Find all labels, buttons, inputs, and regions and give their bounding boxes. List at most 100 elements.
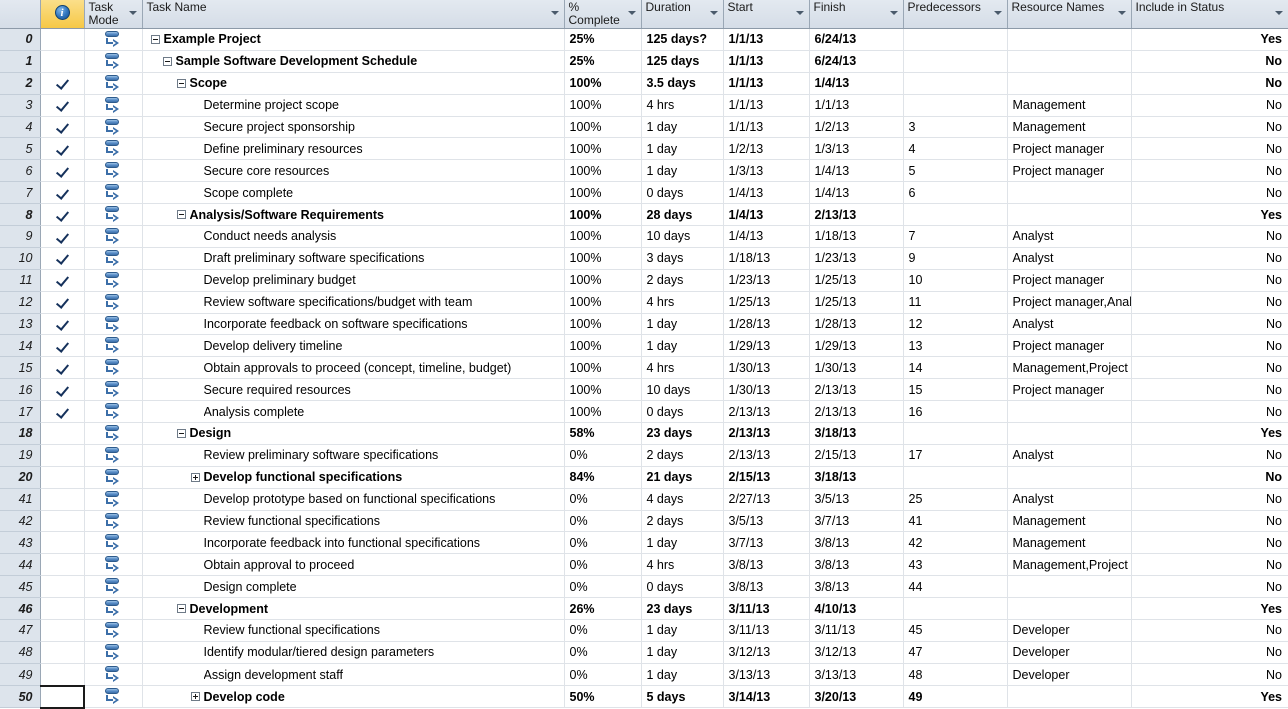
expand-plus-icon[interactable] — [190, 692, 200, 702]
collapse-minus-icon[interactable] — [176, 428, 186, 438]
duration-cell[interactable]: 1 day — [641, 531, 724, 555]
row-number-cell[interactable]: 16 — [0, 378, 41, 402]
include-in-status-cell[interactable]: No — [1131, 488, 1288, 511]
finish-date-cell[interactable]: 1/25/13 — [809, 291, 904, 314]
predecessors-cell[interactable] — [903, 422, 1008, 445]
include-in-status-cell[interactable]: No — [1131, 400, 1288, 424]
row-number-cell[interactable]: 17 — [0, 400, 41, 424]
row-number-cell[interactable]: 44 — [0, 553, 41, 577]
percent-complete-cell[interactable]: 0% — [564, 553, 642, 577]
finish-date-cell[interactable]: 2/13/13 — [809, 400, 904, 424]
duration-cell[interactable]: 2 days — [641, 510, 724, 533]
indicator-cell[interactable] — [40, 641, 85, 664]
row-number-cell[interactable]: 7 — [0, 181, 41, 205]
include-in-status-cell[interactable]: Yes — [1131, 28, 1288, 51]
duration-cell[interactable]: 1 day — [641, 641, 724, 664]
resource-names-cell[interactable]: Developer — [1007, 641, 1132, 664]
percent-complete-cell[interactable]: 100% — [564, 356, 642, 380]
indicator-cell[interactable] — [40, 28, 85, 51]
row-number-cell[interactable]: 0 — [0, 28, 41, 51]
indicator-cell[interactable] — [40, 684, 85, 709]
resource-names-cell[interactable]: Analyst — [1007, 444, 1132, 467]
chevron-down-icon[interactable] — [993, 11, 1002, 15]
indicator-cell[interactable] — [40, 94, 85, 117]
row-number-cell[interactable]: 6 — [0, 159, 41, 183]
resource-names-cell[interactable]: Project manager,Analyst — [1007, 291, 1132, 314]
include-in-status-cell[interactable]: No — [1131, 313, 1288, 336]
table-row[interactable]: 9 Conduct needs analysis 100% 10 days 1/4/13… — [0, 225, 1288, 248]
indicator-cell[interactable] — [40, 378, 85, 402]
start-date-cell[interactable]: 3/13/13 — [723, 663, 810, 687]
finish-date-cell[interactable]: 1/23/13 — [809, 247, 904, 270]
indicator-cell[interactable] — [40, 663, 85, 687]
task-name-cell[interactable]: Assign development staff — [142, 663, 565, 687]
chevron-down-icon[interactable] — [1117, 11, 1126, 15]
start-date-cell[interactable]: 2/13/13 — [723, 400, 810, 424]
task-name-cell[interactable]: Example Project — [142, 28, 565, 51]
indicator-cell[interactable] — [40, 247, 85, 270]
percent-complete-cell[interactable]: 50% — [564, 685, 642, 709]
resource-names-cell[interactable]: Management,Project manager — [1007, 553, 1132, 577]
indicator-cell[interactable] — [40, 269, 85, 292]
task-mode-cell[interactable] — [84, 575, 143, 599]
row-number-cell[interactable]: 5 — [0, 137, 41, 161]
task-mode-cell[interactable] — [84, 28, 143, 51]
table-row[interactable]: 7 Scope complete 100% 0 days 1/4/13 1/4/13 6 No — [0, 181, 1288, 205]
resource-names-cell[interactable]: Project manager — [1007, 159, 1132, 183]
include-in-status-cell[interactable]: No — [1131, 444, 1288, 467]
expand-plus-icon[interactable] — [190, 472, 200, 482]
row-number-cell[interactable]: 46 — [0, 597, 41, 621]
column-header-percent-complete[interactable]: % Complete — [564, 0, 642, 29]
table-row[interactable]: 50 Develop code 50% 5 days 3/14/13 3/20/13 49 Y… — [0, 684, 1288, 709]
predecessors-cell[interactable] — [903, 597, 1008, 621]
predecessors-cell[interactable]: 4 — [903, 137, 1008, 161]
resource-names-cell[interactable]: Management,Project manager — [1007, 356, 1132, 380]
include-in-status-cell[interactable]: No — [1131, 116, 1288, 139]
predecessors-cell[interactable]: 13 — [903, 334, 1008, 358]
task-name-cell[interactable]: Development — [142, 597, 565, 621]
finish-date-cell[interactable]: 3/13/13 — [809, 663, 904, 687]
duration-cell[interactable]: 23 days — [641, 422, 724, 445]
include-in-status-cell[interactable]: No — [1131, 137, 1288, 161]
start-date-cell[interactable]: 3/11/13 — [723, 597, 810, 621]
table-row[interactable]: 14 Develop delivery timeline 100% 1 day 1/29… — [0, 334, 1288, 358]
task-name-cell[interactable]: Develop code — [142, 685, 565, 709]
indicator-cell[interactable] — [40, 422, 85, 445]
resource-names-cell[interactable]: Project manager — [1007, 269, 1132, 292]
task-name-cell[interactable]: Review functional specifications — [142, 619, 565, 642]
indicator-cell[interactable] — [40, 291, 85, 314]
task-mode-cell[interactable] — [84, 291, 143, 314]
finish-date-cell[interactable]: 3/8/13 — [809, 575, 904, 599]
table-row[interactable]: 6 Secure core resources 100% 1 day 1/3/13 1/4… — [0, 159, 1288, 183]
finish-date-cell[interactable]: 3/11/13 — [809, 619, 904, 642]
predecessors-cell[interactable]: 7 — [903, 225, 1008, 248]
row-number-cell[interactable]: 14 — [0, 334, 41, 358]
percent-complete-cell[interactable]: 0% — [564, 663, 642, 687]
start-date-cell[interactable]: 1/18/13 — [723, 247, 810, 270]
finish-date-cell[interactable]: 6/24/13 — [809, 28, 904, 51]
task-name-cell[interactable]: Design — [142, 422, 565, 445]
include-in-status-cell[interactable]: No — [1131, 334, 1288, 358]
duration-cell[interactable]: 3.5 days — [641, 72, 724, 95]
table-row[interactable]: 8 Analysis/Software Requirements 100% 28 da… — [0, 203, 1288, 227]
finish-date-cell[interactable]: 1/4/13 — [809, 72, 904, 95]
row-number-cell[interactable]: 4 — [0, 116, 41, 139]
duration-cell[interactable]: 10 days — [641, 378, 724, 402]
resource-names-cell[interactable]: Project manager — [1007, 137, 1132, 161]
percent-complete-cell[interactable]: 100% — [564, 159, 642, 183]
percent-complete-cell[interactable]: 84% — [564, 466, 642, 489]
duration-cell[interactable]: 2 days — [641, 269, 724, 292]
duration-cell[interactable]: 28 days — [641, 203, 724, 227]
table-row[interactable]: 41 Develop prototype based on functional … — [0, 488, 1288, 511]
duration-cell[interactable]: 0 days — [641, 575, 724, 599]
resource-names-cell[interactable] — [1007, 466, 1132, 489]
table-row[interactable]: 44 Obtain approval to proceed 0% 4 hrs 3/8/1… — [0, 553, 1288, 577]
percent-complete-cell[interactable]: 0% — [564, 575, 642, 599]
predecessors-cell[interactable] — [903, 466, 1008, 489]
include-in-status-cell[interactable]: No — [1131, 159, 1288, 183]
resource-names-cell[interactable] — [1007, 50, 1132, 73]
finish-date-cell[interactable]: 1/3/13 — [809, 137, 904, 161]
duration-cell[interactable]: 10 days — [641, 225, 724, 248]
start-date-cell[interactable]: 1/1/13 — [723, 28, 810, 51]
task-mode-cell[interactable] — [84, 225, 143, 248]
